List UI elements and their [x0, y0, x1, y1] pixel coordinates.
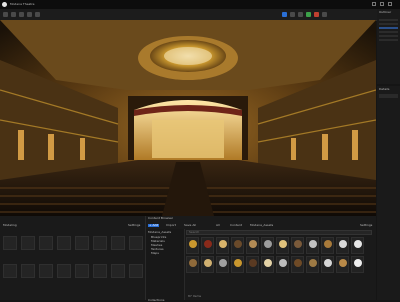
asset-thumbnail[interactable]	[186, 256, 199, 273]
tool-tile[interactable]	[129, 236, 143, 250]
minimize-icon[interactable]	[372, 2, 376, 6]
bottom-panels: Modeling Settings Content Browser + Add …	[0, 216, 376, 302]
details-search-input[interactable]	[379, 94, 398, 98]
details-label: Details	[379, 87, 390, 91]
tool-tile[interactable]	[57, 264, 71, 278]
mode-icon[interactable]	[11, 12, 16, 17]
launch-icon[interactable]	[306, 12, 311, 17]
unreal-logo-icon	[2, 2, 7, 7]
viewport-scene	[0, 20, 376, 216]
asset-thumbnail[interactable]	[216, 256, 229, 273]
tree-item[interactable]: Maps	[151, 252, 159, 255]
asset-thumbnail[interactable]	[231, 256, 244, 273]
close-icon[interactable]	[388, 2, 392, 6]
content-browser: Content Browser + Add Import Save All Al…	[146, 216, 376, 302]
save-all-button[interactable]: Save All	[184, 224, 196, 227]
asset-thumbnail[interactable]	[246, 237, 259, 254]
maximize-icon[interactable]	[380, 2, 384, 6]
breadcrumb-all[interactable]: All	[216, 224, 220, 227]
asset-thumbnail[interactable]	[291, 237, 304, 254]
asset-thumbnail[interactable]	[351, 237, 364, 254]
outliner-row[interactable]	[379, 19, 398, 21]
content-browser-tab[interactable]: Content Browser	[148, 217, 173, 220]
cinematics-icon[interactable]	[35, 12, 40, 17]
tool-tile[interactable]	[129, 264, 143, 278]
tool-tile[interactable]	[75, 264, 89, 278]
tool-tile[interactable]	[93, 264, 107, 278]
content-icon[interactable]	[19, 12, 24, 17]
modeling-tab[interactable]: Modeling	[3, 224, 17, 227]
details-panel: Details	[377, 86, 400, 300]
tool-tile[interactable]	[75, 236, 89, 250]
asset-thumbnail[interactable]	[186, 237, 199, 254]
asset-thumbnail[interactable]	[336, 237, 349, 254]
outliner-row[interactable]	[379, 39, 398, 41]
asset-thumbnail[interactable]	[246, 256, 259, 273]
outliner-row[interactable]	[379, 23, 398, 25]
asset-thumbnail[interactable]	[216, 237, 229, 254]
asset-thumbnail[interactable]	[231, 237, 244, 254]
tool-tile[interactable]	[3, 236, 17, 250]
blueprint-icon[interactable]	[27, 12, 32, 17]
breadcrumb-modena-assets[interactable]: Modena_Assets	[250, 224, 273, 227]
asset-thumbnail[interactable]	[201, 237, 214, 254]
outliner-panel: Outliner	[377, 9, 400, 84]
window-title: Modena Theatre	[10, 2, 35, 6]
tool-tile[interactable]	[21, 236, 35, 250]
title-bar: Modena Theatre	[0, 0, 400, 9]
asset-thumbnail[interactable]	[276, 256, 289, 273]
asset-thumbnail[interactable]	[276, 237, 289, 254]
record-icon[interactable]	[314, 12, 319, 17]
tool-tile[interactable]	[111, 264, 125, 278]
stop-icon[interactable]	[298, 12, 303, 17]
modeling-settings-button[interactable]: Settings	[128, 224, 140, 227]
asset-thumbnail[interactable]	[321, 256, 334, 273]
tree-root[interactable]: Modena_Assets	[148, 231, 171, 234]
outliner-row[interactable]	[379, 35, 398, 37]
folder-tree: Modena_Assets Blueprints Materials Meshe…	[146, 229, 185, 302]
tool-tile[interactable]	[3, 264, 17, 278]
play-icon[interactable]	[282, 12, 287, 17]
save-icon[interactable]	[3, 12, 8, 17]
pause-icon[interactable]	[290, 12, 295, 17]
modeling-panel: Modeling Settings	[0, 216, 146, 300]
search-placeholder: Search	[189, 230, 200, 234]
asset-count: 87 items	[188, 294, 202, 298]
tool-tile[interactable]	[39, 264, 53, 278]
asset-thumbnail[interactable]	[321, 237, 334, 254]
asset-thumbnail[interactable]	[351, 256, 364, 273]
outliner-label: Outliner	[379, 10, 392, 14]
tool-tile[interactable]	[111, 236, 125, 250]
asset-thumbnail[interactable]	[201, 256, 214, 273]
add-button[interactable]: + Add	[148, 224, 160, 227]
breadcrumb-content[interactable]: Content	[230, 224, 242, 227]
content-search-input[interactable]: Search	[186, 230, 372, 235]
asset-thumbnail[interactable]	[336, 256, 349, 273]
tool-tile[interactable]	[93, 236, 107, 250]
settings-icon[interactable]	[322, 12, 327, 17]
import-button[interactable]: Import	[166, 224, 176, 227]
content-settings-button[interactable]: Settings	[360, 224, 372, 227]
asset-thumbnail[interactable]	[306, 237, 319, 254]
asset-thumbnail[interactable]	[291, 256, 304, 273]
asset-thumbnail[interactable]	[306, 256, 319, 273]
asset-thumbnail[interactable]	[261, 256, 274, 273]
asset-thumbnail[interactable]	[261, 237, 274, 254]
outliner-row[interactable]	[379, 31, 398, 33]
tool-tile[interactable]	[21, 264, 35, 278]
asset-grid	[186, 237, 372, 293]
tool-tile[interactable]	[57, 236, 71, 250]
tool-tile[interactable]	[39, 236, 53, 250]
level-viewport[interactable]	[0, 20, 376, 216]
outliner-row-selected[interactable]	[379, 27, 398, 29]
